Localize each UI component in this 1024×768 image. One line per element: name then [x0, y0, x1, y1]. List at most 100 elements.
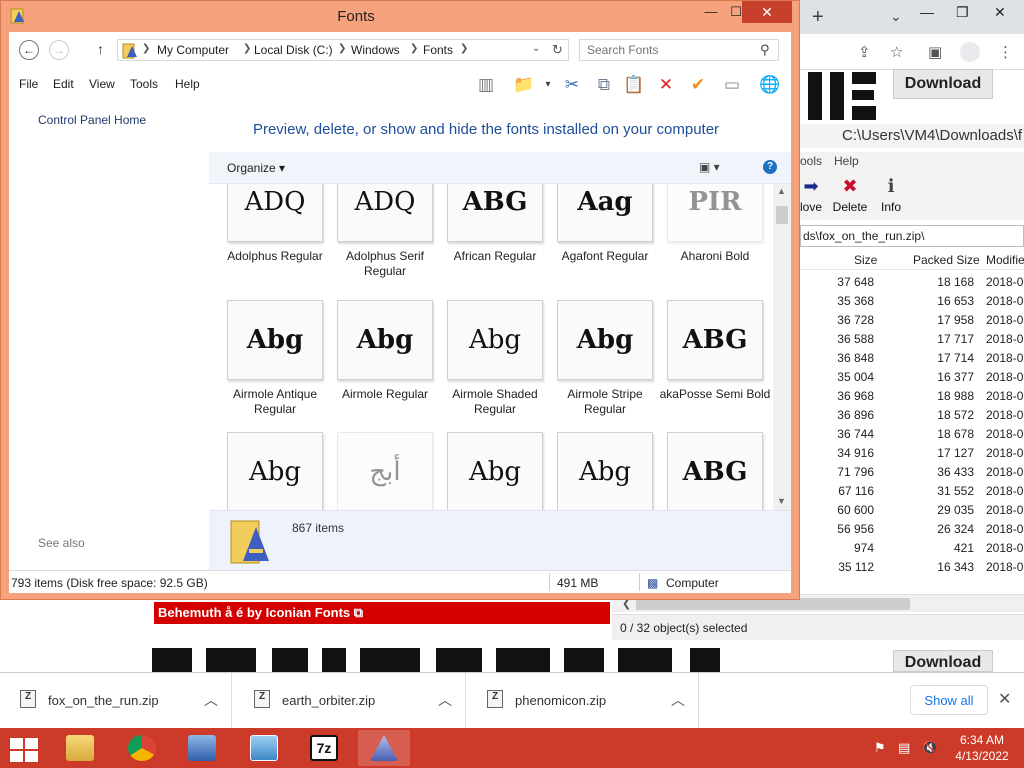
menu-tools[interactable]: ools	[800, 154, 822, 168]
download-item[interactable]: Z fox_on_the_run.zip ︿	[0, 673, 232, 729]
tab-search-chevron-icon[interactable]: ⌄	[890, 8, 902, 25]
font-tile[interactable]: Abg Airmole Antique Regular	[209, 300, 323, 420]
layout-pane-icon[interactable]: ▥	[475, 74, 497, 96]
download-button-bottom[interactable]: Download	[893, 650, 993, 672]
col-modified[interactable]: Modifie	[986, 253, 1024, 267]
show-all-button[interactable]: Show all	[910, 685, 988, 715]
minimize-icon[interactable]: —	[920, 4, 934, 20]
share-icon[interactable]: ⇪	[858, 43, 871, 61]
organize-button[interactable]: Organize ▾	[227, 161, 285, 175]
font-tile[interactable]: ADQ Adolphus Regular	[209, 184, 323, 282]
up-arrow-icon[interactable]: ↑	[97, 41, 104, 57]
paste-icon[interactable]: 📋	[623, 74, 645, 96]
table-row[interactable]: 36 968 18 988 2018-06	[800, 386, 1024, 405]
font-tile[interactable]: ABGAlien Encounters	[649, 432, 763, 510]
fonts-titlebar[interactable]: Fonts — ☐ ✕	[1, 1, 799, 32]
address-dropdown-icon[interactable]: ⌄	[532, 43, 540, 54]
table-row[interactable]: 34 916 17 127 2018-06	[800, 443, 1024, 462]
font-tile[interactable]: Abg Airmole Shaded Regular	[429, 300, 543, 420]
breadcrumb-windows[interactable]: Windows	[351, 43, 400, 57]
refresh-icon[interactable]: ↻	[552, 42, 563, 58]
move-button[interactable]: ➡ love	[800, 176, 822, 214]
menu-view[interactable]: View	[89, 77, 115, 91]
font-tile[interactable]: PIR Aharoni Bold	[649, 184, 763, 282]
checkmark-icon[interactable]: ✔	[687, 74, 709, 96]
properties-icon[interactable]: ▭	[721, 74, 743, 96]
network-taskbar-icon[interactable]	[176, 730, 228, 766]
new-tab-icon[interactable]: +	[812, 6, 824, 29]
delete-icon[interactable]: ✕	[655, 74, 677, 96]
control-panel-taskbar-icon[interactable]	[238, 730, 290, 766]
font-tile[interactable]: Abg Airmole Regular	[319, 300, 433, 420]
download-item[interactable]: Z phenomicon.zip ︿	[467, 673, 699, 729]
delete-button[interactable]: ✖ Delete	[830, 176, 870, 214]
font-title-banner[interactable]: Behemuth å é by Iconian Fonts ⧉	[154, 602, 610, 624]
font-tile[interactable]: ABG African Regular	[429, 184, 543, 282]
table-row[interactable]: 35 368 16 653 2018-06	[800, 291, 1024, 310]
menu-edit[interactable]: Edit	[53, 77, 74, 91]
forward-button[interactable]: →	[49, 40, 69, 60]
copy-icon[interactable]: ⧉	[593, 74, 615, 96]
control-panel-home-link[interactable]: Control Panel Home	[38, 113, 146, 127]
table-row[interactable]: 36 848 17 714 2018-06	[800, 348, 1024, 367]
side-panel-icon[interactable]: ▣	[928, 43, 942, 61]
help-icon[interactable]: ?	[763, 160, 777, 174]
font-tile[interactable]: أبجAldhabi Regular	[319, 432, 433, 510]
cut-icon[interactable]: ✂	[561, 74, 583, 96]
table-row[interactable]: 56 956 26 324 2018-06	[800, 519, 1024, 538]
search-icon[interactable]: ⚲	[760, 42, 770, 58]
chevron-up-icon[interactable]: ︿	[204, 690, 218, 710]
font-tile[interactable]: Aag Agafont Regular	[539, 184, 653, 282]
chevron-up-icon[interactable]: ︿	[671, 690, 685, 710]
clock[interactable]: 6:34 AM 4/13/2022	[950, 732, 1014, 764]
font-tile[interactable]: AbgAlanus Regular	[209, 432, 323, 510]
more-menu-icon[interactable]: ⋮	[998, 43, 1013, 61]
bookmark-star-icon[interactable]: ☆	[890, 43, 903, 61]
font-tile[interactable]: Abg Airmole Stripe Regular	[539, 300, 653, 420]
chrome-taskbar-icon[interactable]	[116, 730, 168, 766]
font-tile[interactable]: ADQ Adolphus Serif Regular	[319, 184, 433, 282]
flag-icon[interactable]: ⚑	[874, 740, 886, 756]
file-explorer-taskbar-icon[interactable]	[54, 730, 106, 766]
download-item[interactable]: Z earth_orbiter.zip ︿	[234, 673, 466, 729]
font-tile[interactable]: AbgAldo SemiBold	[539, 432, 653, 510]
font-grid-scrollbar[interactable]: ▲ ▼	[773, 184, 791, 510]
table-row[interactable]: 71 796 36 433 2018-06	[800, 462, 1024, 481]
table-row[interactable]: 37 648 18 168 2018-06	[800, 272, 1024, 291]
breadcrumb-my-computer[interactable]: My Computer	[157, 43, 229, 57]
table-row[interactable]: 36 588 17 717 2018-06	[800, 329, 1024, 348]
table-row[interactable]: 35 112 16 343 2018-06	[800, 557, 1024, 576]
table-row[interactable]: 974 421 2018-06	[800, 538, 1024, 557]
globe-icon[interactable]: 🌐	[759, 74, 781, 96]
col-packed-size[interactable]: Packed Size	[913, 253, 980, 267]
scroll-down-icon[interactable]: ▼	[777, 496, 786, 506]
chevron-up-icon[interactable]: ︿	[438, 690, 452, 710]
sevenzip-address-field[interactable]: ds\fox_on_the_run.zip\	[800, 225, 1024, 247]
font-tile[interactable]: AbgAldine401 BT	[429, 432, 543, 510]
table-row[interactable]: 35 004 16 377 2018-06	[800, 367, 1024, 386]
download-button-top[interactable]: Download	[893, 69, 993, 99]
back-button[interactable]: ←	[19, 40, 39, 60]
start-button[interactable]	[8, 737, 38, 762]
menu-file[interactable]: File	[19, 77, 38, 91]
search-box[interactable]: ⚲	[579, 39, 779, 61]
search-input[interactable]	[580, 40, 755, 60]
scroll-thumb[interactable]	[776, 206, 788, 224]
chevron-down-icon[interactable]: ▾	[537, 74, 559, 96]
scroll-up-icon[interactable]: ▲	[777, 186, 786, 196]
sevenzip-taskbar-icon[interactable]: 7z	[298, 730, 350, 766]
close-icon[interactable]: ✕	[994, 4, 1006, 21]
address-bar[interactable]: ❯ My Computer ❯ Local Disk (C:) ❯ Window…	[117, 39, 569, 61]
table-row[interactable]: 36 744 18 678 2018-06	[800, 424, 1024, 443]
fonts-taskbar-icon[interactable]	[358, 730, 410, 766]
info-button[interactable]: ℹ Info	[878, 176, 904, 214]
close-shelf-icon[interactable]: ✕	[998, 689, 1011, 709]
table-row[interactable]: 60 600 29 035 2018-06	[800, 500, 1024, 519]
breadcrumb-local-disk[interactable]: Local Disk (C:)	[254, 43, 333, 57]
folder-options-icon[interactable]: 📁	[513, 74, 535, 96]
network-icon[interactable]: ▤	[898, 740, 910, 756]
close-button[interactable]: ✕	[742, 1, 792, 23]
restore-icon[interactable]: ❐	[956, 4, 969, 21]
volume-muted-icon[interactable]: 🔇	[922, 740, 938, 756]
col-size[interactable]: Size	[854, 253, 877, 267]
